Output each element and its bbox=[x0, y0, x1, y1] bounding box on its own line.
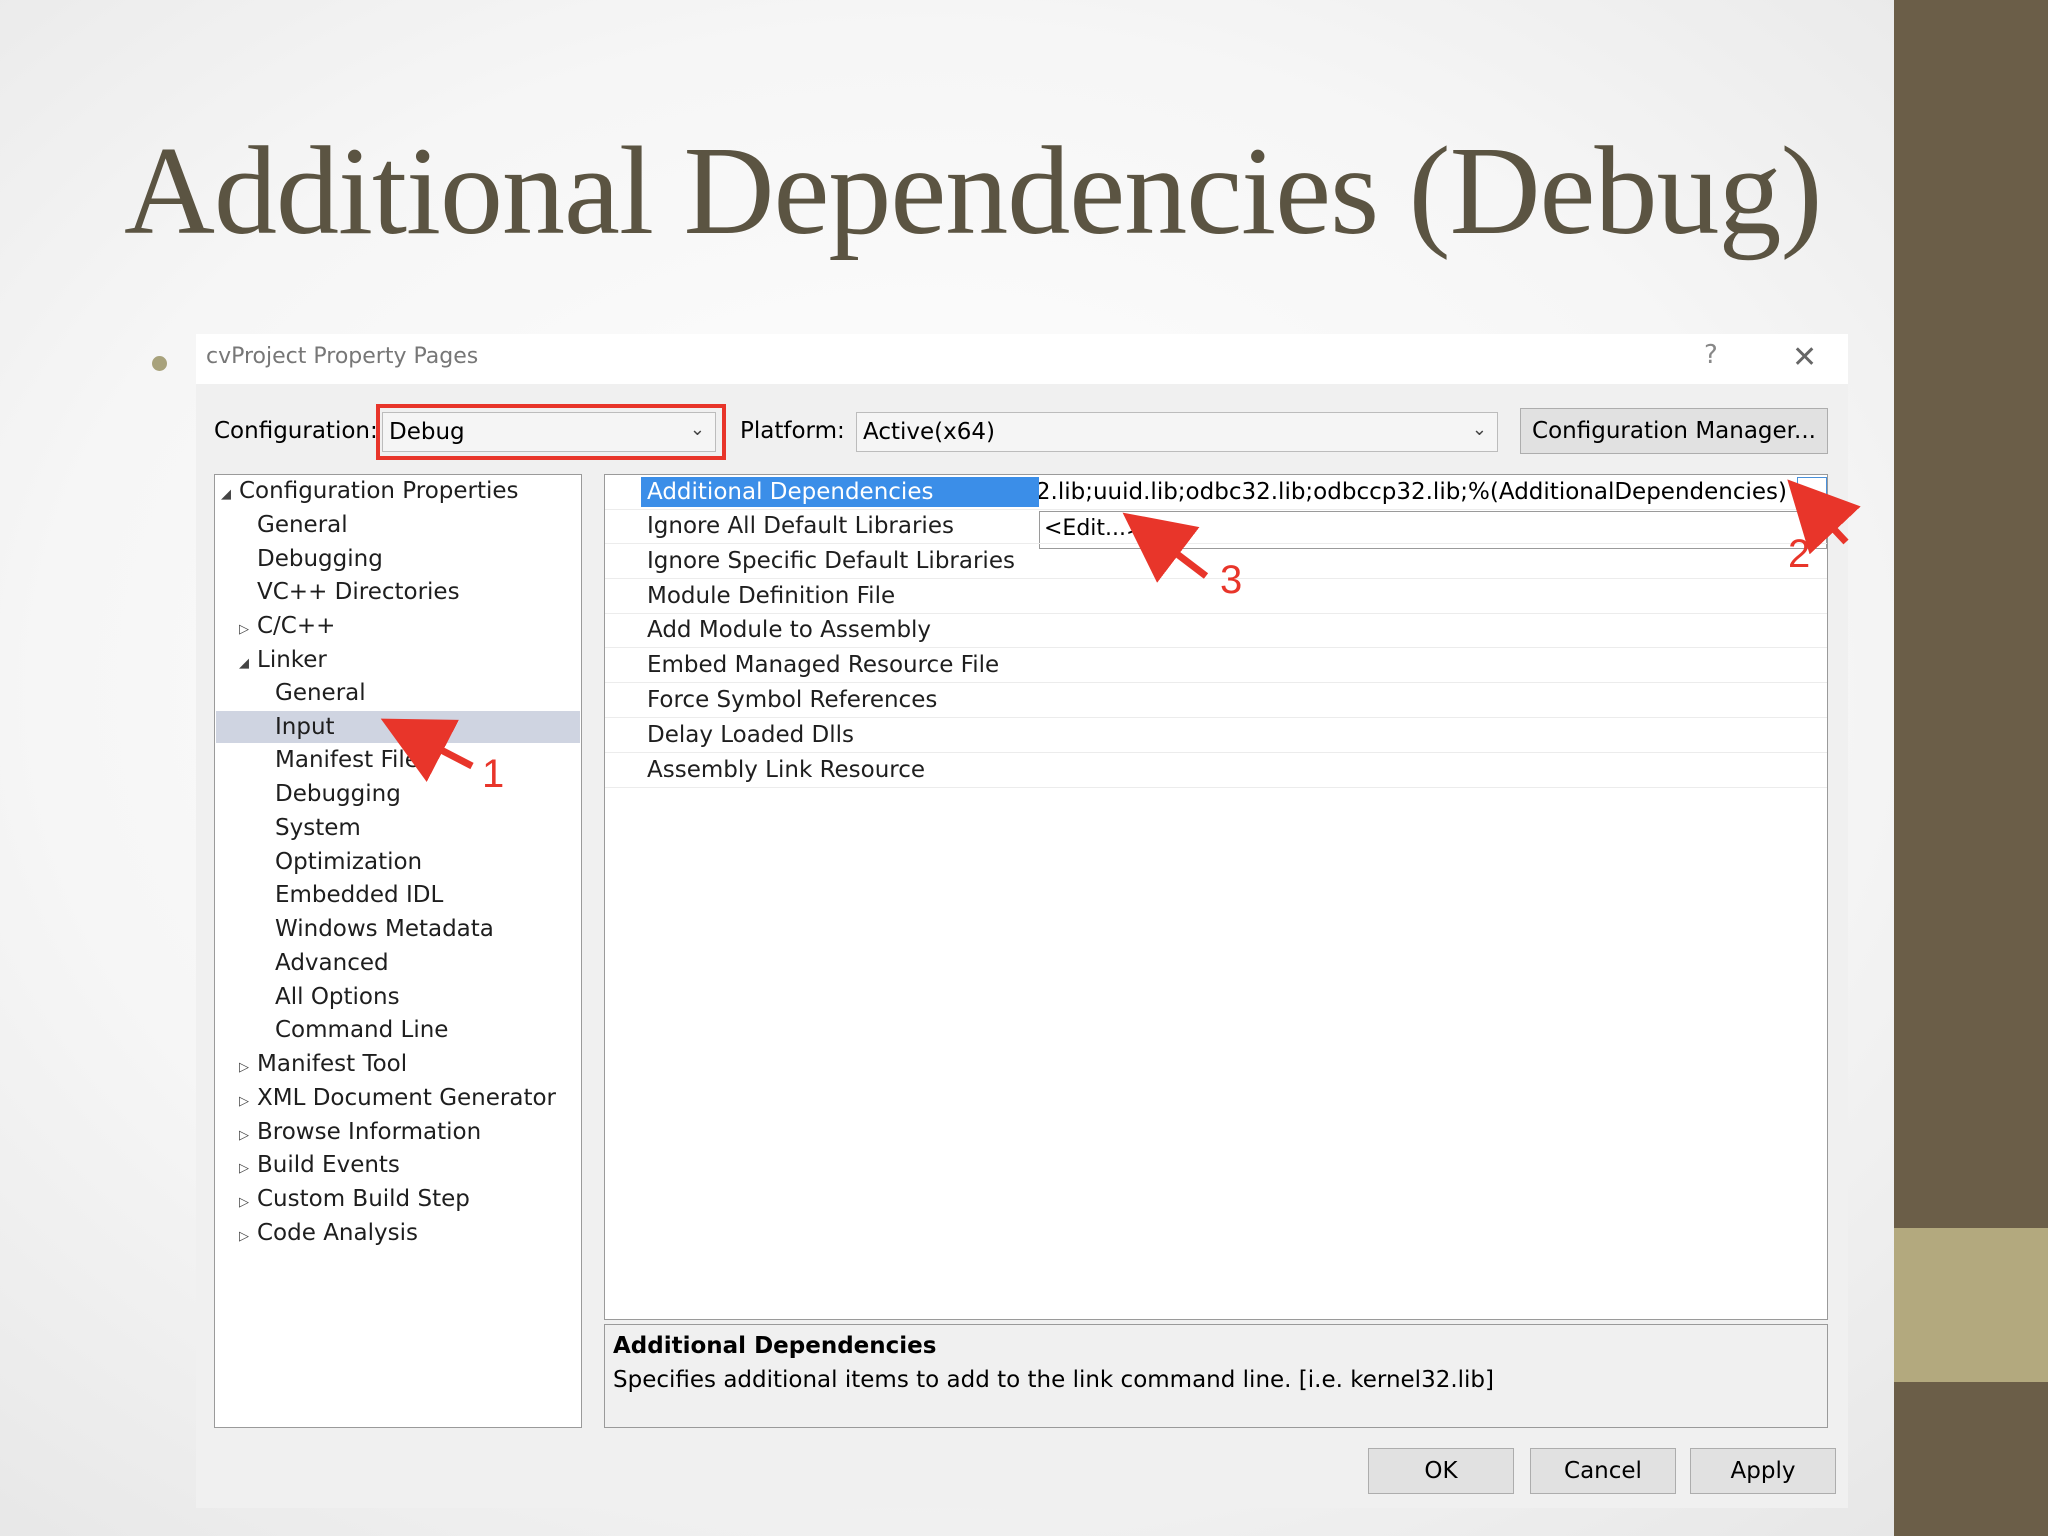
annotation-arrow-1 bbox=[380, 718, 474, 782]
annotation-label-2: 2 bbox=[1788, 532, 1811, 576]
annotation-arrow-2 bbox=[1787, 479, 1861, 555]
annotation-label-3: 3 bbox=[1220, 558, 1243, 602]
annotation-label-1: 1 bbox=[482, 752, 505, 796]
annotation-arrows bbox=[380, 479, 1861, 782]
annotation-arrow-3 bbox=[1122, 512, 1209, 583]
